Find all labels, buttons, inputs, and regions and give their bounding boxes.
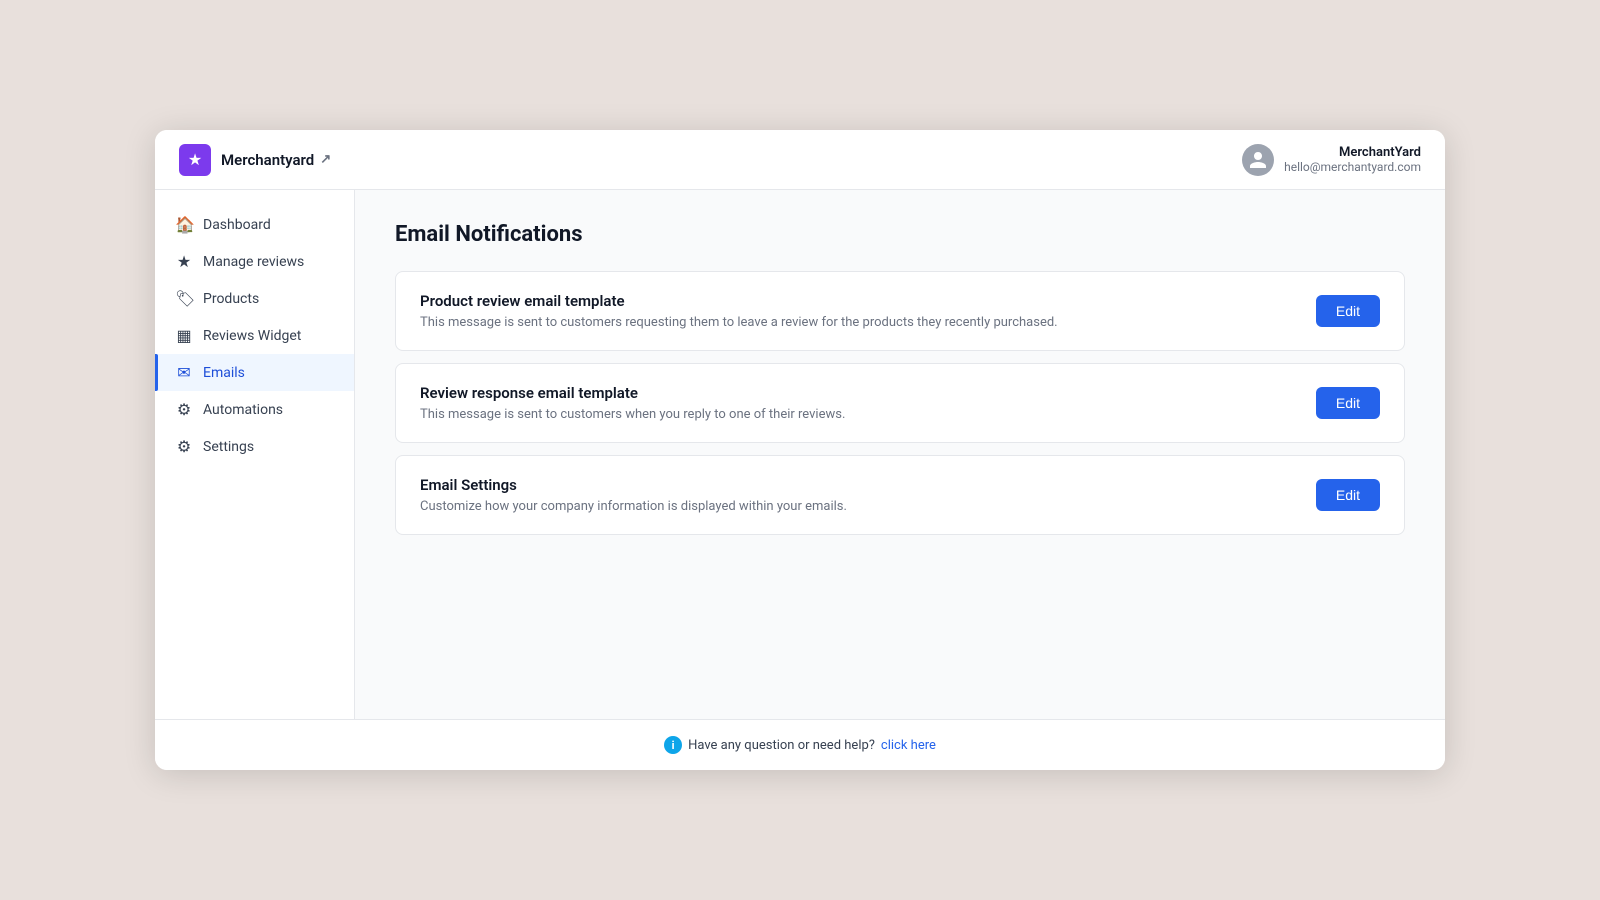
card-email-settings: Email Settings Customize how your compan… <box>395 455 1405 535</box>
app-window: ★ Merchantyard ↗ MerchantYard hello@merc… <box>155 130 1445 770</box>
sidebar-item-emails[interactable]: ✉ Emails <box>155 354 354 391</box>
header-left: ★ Merchantyard ↗ <box>179 144 331 176</box>
sidebar-item-settings[interactable]: ⚙ Settings <box>155 428 354 465</box>
header: ★ Merchantyard ↗ MerchantYard hello@merc… <box>155 130 1445 190</box>
edit-button-email-settings[interactable]: Edit <box>1316 479 1380 511</box>
card-text-review-response-email: Review response email template This mess… <box>420 384 845 422</box>
card-review-response-email: Review response email template This mess… <box>395 363 1405 443</box>
sidebar-item-manage-reviews[interactable]: ★ Manage reviews <box>155 243 354 280</box>
user-info: MerchantYard hello@merchantyard.com <box>1284 145 1421 174</box>
edit-button-review-response-email[interactable]: Edit <box>1316 387 1380 419</box>
sidebar: 🏠 Dashboard ★ Manage reviews 🏷 Products ▦ Revie… <box>155 190 355 719</box>
sidebar-item-products[interactable]: 🏷 Products <box>155 280 354 317</box>
sidebar-item-dashboard[interactable]: 🏠 Dashboard <box>155 206 354 243</box>
main-content: Email Notifications Product review email… <box>355 190 1445 719</box>
header-right: MerchantYard hello@merchantyard.com <box>1242 144 1421 176</box>
user-name: MerchantYard <box>1284 145 1421 160</box>
sidebar-icon-emails: ✉ <box>175 363 193 382</box>
sidebar-label-reviews-widget: Reviews Widget <box>203 328 301 344</box>
user-email: hello@merchantyard.com <box>1284 160 1421 174</box>
sidebar-label-emails: Emails <box>203 365 245 381</box>
sidebar-label-automations: Automations <box>203 402 283 418</box>
sidebar-icon-automations: ⚙ <box>175 400 193 419</box>
external-link-icon[interactable]: ↗ <box>320 152 331 167</box>
sidebar-label-manage-reviews: Manage reviews <box>203 254 304 270</box>
card-product-review-email: Product review email template This messa… <box>395 271 1405 351</box>
edit-button-product-review-email[interactable]: Edit <box>1316 295 1380 327</box>
card-desc-product-review-email: This message is sent to customers reques… <box>420 315 1058 330</box>
sidebar-icon-settings: ⚙ <box>175 437 193 456</box>
app-title: Merchantyard ↗ <box>221 151 331 169</box>
card-title-product-review-email: Product review email template <box>420 292 1058 310</box>
card-text-product-review-email: Product review email template This messa… <box>420 292 1058 330</box>
sidebar-icon-manage-reviews: ★ <box>175 252 193 271</box>
sidebar-label-dashboard: Dashboard <box>203 217 271 233</box>
body: 🏠 Dashboard ★ Manage reviews 🏷 Products ▦ Revie… <box>155 190 1445 719</box>
logo-icon: ★ <box>179 144 211 176</box>
help-text: Have any question or need help? <box>688 738 875 753</box>
sidebar-icon-reviews-widget: ▦ <box>175 326 193 345</box>
card-title-email-settings: Email Settings <box>420 476 847 494</box>
card-title-review-response-email: Review response email template <box>420 384 845 402</box>
sidebar-item-automations[interactable]: ⚙ Automations <box>155 391 354 428</box>
avatar <box>1242 144 1274 176</box>
card-text-email-settings: Email Settings Customize how your compan… <box>420 476 847 514</box>
sidebar-item-reviews-widget[interactable]: ▦ Reviews Widget <box>155 317 354 354</box>
sidebar-icon-dashboard: 🏠 <box>175 215 193 234</box>
card-desc-email-settings: Customize how your company information i… <box>420 499 847 514</box>
info-icon: i <box>664 736 682 754</box>
footer-help: i Have any question or need help? click … <box>155 719 1445 770</box>
card-desc-review-response-email: This message is sent to customers when y… <box>420 407 845 422</box>
sidebar-icon-products: 🏷 <box>175 289 193 308</box>
help-link[interactable]: click here <box>881 738 936 753</box>
sidebar-label-settings: Settings <box>203 439 254 455</box>
page-title: Email Notifications <box>395 222 1405 247</box>
sidebar-label-products: Products <box>203 291 259 307</box>
